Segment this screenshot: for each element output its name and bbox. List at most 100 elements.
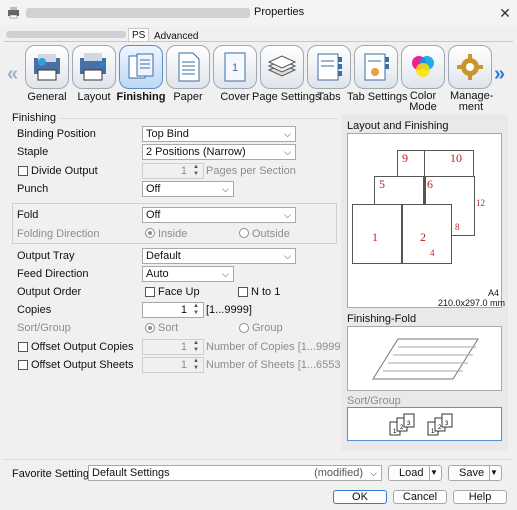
category-page-settings[interactable] xyxy=(260,45,304,89)
fold-outside-radio xyxy=(239,228,249,238)
general-icon xyxy=(34,54,60,81)
category-cover[interactable]: 1 xyxy=(213,45,257,89)
category-management[interactable] xyxy=(448,45,492,89)
page-number-5: 5 xyxy=(379,177,385,191)
preview-page-front2 xyxy=(402,204,452,264)
copies-range: [1...9999] xyxy=(206,304,252,316)
pages-per-section-value: 1 xyxy=(180,165,187,177)
category-tabs[interactable] xyxy=(307,45,351,89)
sort-group-label: Sort/Group xyxy=(17,322,71,334)
load-button[interactable]: Load ▼ xyxy=(388,465,442,481)
page-number-10: 10 xyxy=(450,151,462,165)
category-paper[interactable] xyxy=(166,45,210,89)
category-finishing-label: Finishing xyxy=(116,91,166,103)
group-label: Group xyxy=(252,322,283,334)
page-settings-icon xyxy=(267,55,297,77)
category-tab-settings[interactable] xyxy=(354,45,398,89)
tab-ps[interactable]: PS xyxy=(128,28,150,42)
category-paper-label: Paper xyxy=(173,91,203,103)
ok-button[interactable]: OK xyxy=(333,490,387,504)
staple-label: Staple xyxy=(17,146,49,158)
n-to-1-label: N to 1 xyxy=(251,286,281,298)
finishing-fold-label: Finishing-Fold xyxy=(347,313,417,325)
punch-select[interactable]: Off ⌵ xyxy=(142,181,234,197)
copies-stepper[interactable]: 1 ▲ ▼ xyxy=(142,302,204,318)
pages-per-section-stepper: 1 ▲ ▼ xyxy=(142,163,204,179)
category-tab-settings-label: Tab Settings xyxy=(347,91,408,103)
category-finishing[interactable] xyxy=(119,45,163,89)
offset-sheets-value: 1 xyxy=(180,359,187,371)
sort-label: Sort xyxy=(158,322,179,334)
cover-icon: 1 xyxy=(224,52,246,82)
category-management-label: Manage-ment xyxy=(450,90,494,113)
layout-preview-panel: 9 10 5 6 1 2 12 8 4 A4 210.0x297.0 mm xyxy=(347,133,505,308)
sort-preview-panel: 123 123 xyxy=(347,407,502,441)
page-number-4: 4 xyxy=(430,248,435,258)
offset-sheets-stepper: 1 ▲ ▼ xyxy=(142,357,204,373)
finishing-section-line xyxy=(60,118,337,119)
favorite-setting-select[interactable]: Default Settings (modified) ⌵ xyxy=(88,465,382,481)
output-tray-select[interactable]: Default ⌵ xyxy=(142,248,296,264)
punch-label: Punch xyxy=(17,183,49,195)
chevron-down-icon: ⌵ xyxy=(284,147,291,157)
binding-position-value: Top Bind xyxy=(146,128,189,140)
favorite-setting-label: Favorite Setting xyxy=(12,468,90,480)
fold-select[interactable]: Off ⌵ xyxy=(142,207,296,223)
page-number-1: 1 xyxy=(372,230,378,244)
binding-position-select[interactable]: Top Bind ⌵ xyxy=(142,126,296,142)
load-dropdown-icon[interactable]: ▼ xyxy=(429,466,441,480)
scroll-right-arrow[interactable]: » xyxy=(494,64,505,84)
offset-copies-value: 1 xyxy=(180,341,187,353)
chevron-down-icon: ⌵ xyxy=(284,210,291,220)
fold-label: Fold xyxy=(17,209,39,221)
window-title: Properties xyxy=(254,6,305,18)
face-up-label: Face Up xyxy=(158,286,200,298)
fold-sheet-illustration xyxy=(372,338,479,380)
help-button[interactable]: Help xyxy=(453,490,507,504)
offset-output-sheets-checkbox[interactable] xyxy=(18,360,28,370)
folding-direction-label: Folding Direction xyxy=(17,228,100,240)
printer-name-redacted xyxy=(26,8,250,18)
feed-direction-value: Auto xyxy=(146,268,169,280)
finishing-section-label: Finishing xyxy=(12,112,57,124)
feed-direction-select[interactable]: Auto ⌵ xyxy=(142,266,234,282)
fold-inside-radio xyxy=(145,228,155,238)
close-button[interactable]: ✕ xyxy=(494,2,516,24)
title-bar: Properties ✕ xyxy=(0,0,517,26)
color-mode-icon xyxy=(412,56,434,77)
spin-arrows-icon: ▲ ▼ xyxy=(193,164,199,177)
category-page-settings-label: Page Settings xyxy=(252,91,321,103)
save-button-label: Save xyxy=(459,467,485,479)
staple-value: 2 Positions (Narrow) xyxy=(146,146,246,158)
spin-arrows-icon: ▲ ▼ xyxy=(193,340,199,353)
offset-output-copies-checkbox[interactable] xyxy=(18,342,28,352)
page-number-6: 6 xyxy=(427,177,433,191)
category-general[interactable] xyxy=(25,45,69,89)
n-to-1-checkbox[interactable] xyxy=(238,287,248,297)
category-color-mode[interactable] xyxy=(401,45,445,89)
cancel-button[interactable]: Cancel xyxy=(393,490,447,504)
divide-output-checkbox[interactable] xyxy=(18,166,28,176)
layout-finishing-label: Layout and Finishing xyxy=(347,120,449,132)
favorite-setting-value: Default Settings xyxy=(92,467,170,479)
chevron-down-icon: ⌵ xyxy=(370,468,377,478)
save-button[interactable]: Save ▼ xyxy=(448,465,502,481)
staple-select[interactable]: 2 Positions (Narrow) ⌵ xyxy=(142,144,296,160)
finishing-icon xyxy=(128,53,154,79)
category-layout[interactable] xyxy=(72,45,116,89)
save-dropdown-icon[interactable]: ▼ xyxy=(489,466,501,480)
layout-icon xyxy=(80,53,106,81)
sorted-sets-icon: 123 123 xyxy=(389,413,453,436)
tab-divider xyxy=(4,41,513,42)
offset-sheets-unit: Number of Sheets [1...65535] xyxy=(206,359,350,371)
page-number-9: 9 xyxy=(402,151,408,165)
offset-output-sheets-label: Offset Output Sheets xyxy=(31,359,134,371)
page-number-12: 12 xyxy=(476,198,485,208)
face-up-checkbox[interactable] xyxy=(145,287,155,297)
spin-arrows-icon[interactable]: ▲ ▼ xyxy=(191,303,201,317)
tab-redacted[interactable] xyxy=(6,31,126,38)
scroll-left-arrow[interactable]: « xyxy=(7,64,18,84)
offset-copies-stepper: 1 ▲ ▼ xyxy=(142,339,204,355)
category-layout-label: Layout xyxy=(77,91,111,103)
category-color-mode-label: Color Mode xyxy=(409,90,437,113)
